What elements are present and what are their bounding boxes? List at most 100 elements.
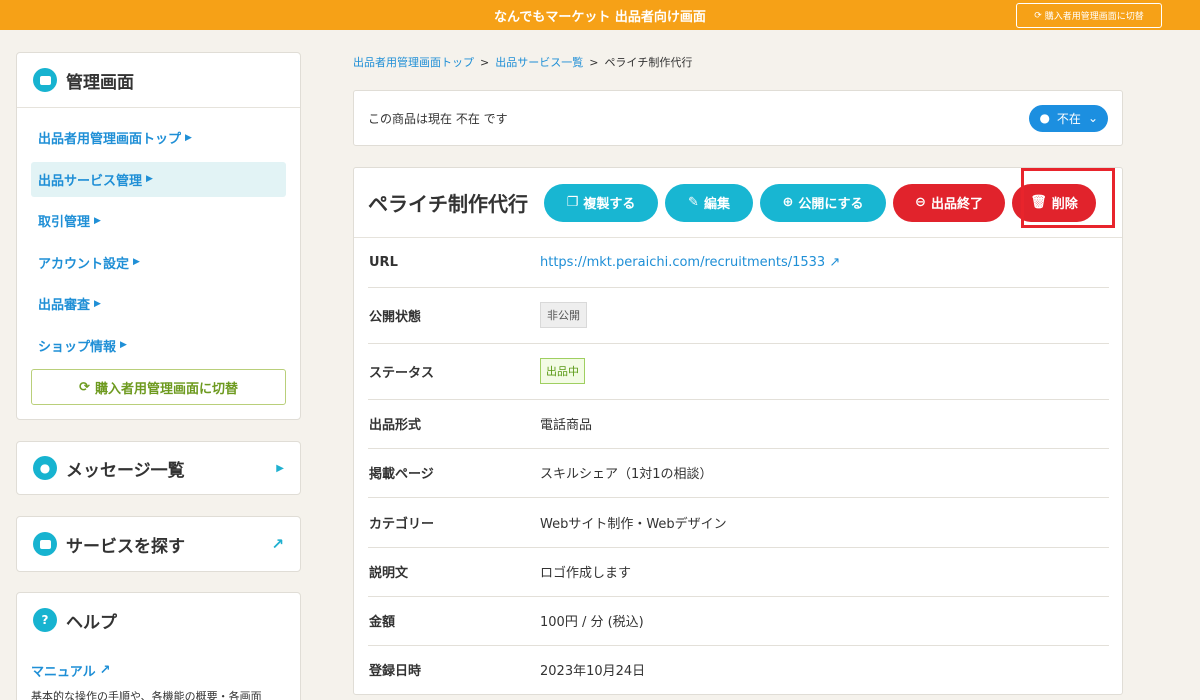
end-listing-button[interactable]: ⊖ 出品終了	[893, 183, 1005, 222]
sidebar-item-seller-top[interactable]: 出品者用管理画面トップ ▶	[31, 120, 286, 155]
app-title: なんでもマーケット 出品者向け画面	[494, 9, 706, 25]
row-key: ステータス	[368, 343, 540, 400]
external-link-icon: ↗	[271, 535, 284, 553]
row-key: 説明文	[368, 547, 540, 597]
breadcrumb-seller-top[interactable]: 出品者用管理画面トップ	[353, 54, 474, 70]
sidebar-item-account-settings[interactable]: アカウント設定 ▶	[31, 245, 286, 280]
service-url: https://mkt.peraichi.com/recruitments/15…	[540, 254, 826, 270]
copy-icon: ❐	[566, 195, 579, 210]
table-row: 公開状態 非公開	[368, 287, 1109, 344]
duplicate-button[interactable]: ❐ 複製する	[544, 183, 658, 222]
availability-message: この商品は現在 不在 です	[368, 111, 508, 126]
table-row: 登録日時 2023年10月24日	[368, 645, 1109, 694]
question-icon: ?	[33, 608, 57, 632]
find-services-panel[interactable]: サービスを探す ↗	[16, 516, 301, 572]
visibility-badge: 非公開	[540, 302, 587, 328]
edit-icon: ✎	[688, 195, 699, 210]
refresh-icon: ⟳	[1034, 10, 1042, 21]
caret-right-icon: ▶	[94, 215, 101, 226]
table-row: ステータス 出品中	[368, 343, 1109, 400]
row-value: 電話商品	[540, 399, 1109, 449]
find-services-label: サービスを探す	[66, 536, 185, 557]
sidebar-item-service-management[interactable]: 出品サービス管理 ▶	[31, 161, 286, 197]
delete-button-highlight	[1021, 168, 1115, 228]
messages-label: メッセージ一覧	[66, 460, 185, 481]
row-key: 登録日時	[369, 664, 422, 680]
sidebar-switch-to-buyer-button[interactable]: ⟳ 購入者用管理画面に切替	[31, 369, 286, 405]
admin-panel-title: 管理画面	[66, 72, 134, 93]
caret-right-icon: ▶	[185, 132, 192, 143]
table-row: 掲載ページ スキルシェア（1対1の相談）	[368, 448, 1109, 498]
service-title: ペライチ制作代行	[368, 192, 528, 216]
caret-right-icon: ▶	[146, 174, 153, 184]
availability-panel: この商品は現在 不在 です ● 不在 ⌄	[353, 90, 1123, 146]
caret-right-icon: ▶	[133, 257, 140, 267]
shop-icon	[33, 532, 57, 556]
manual-link-label: マニュアル	[31, 665, 96, 680]
service-url-link[interactable]: https://mkt.peraichi.com/recruitments/15…	[540, 255, 840, 270]
row-key: 出品形式	[368, 399, 540, 449]
edit-button-label: 編集	[703, 197, 730, 212]
caret-right-icon: ▶	[276, 462, 284, 474]
breadcrumb-separator: >	[480, 55, 490, 69]
row-value: Webサイト制作・Webデザイン	[540, 497, 1109, 548]
breadcrumb-service-list[interactable]: 出品サービス一覧	[495, 54, 583, 70]
external-link-icon: ↗	[99, 663, 111, 678]
duplicate-button-label: 複製する	[583, 197, 636, 212]
sidebar-item-label: アカウント設定	[38, 256, 130, 272]
sidebar-switch-label: 購入者用管理画面に切替	[94, 381, 238, 397]
sidebar-item-label: ショップ情報	[38, 339, 117, 355]
service-info-table: URL https://mkt.peraichi.com/recruitment…	[368, 238, 1109, 694]
table-row: カテゴリー Webサイト制作・Webデザイン	[368, 497, 1109, 548]
chevron-down-icon: ⌄	[1087, 111, 1098, 125]
publish-button[interactable]: ⊕ 公開にする	[760, 183, 886, 222]
caret-right-icon: ▶	[94, 298, 101, 309]
service-detail-panel: ペライチ制作代行 ❐ 複製する ✎ 編集 ⊕ 公開にする ⊖ 出品終了 🗑 削除…	[353, 167, 1123, 695]
admin-panel-header: 管理画面	[17, 53, 300, 107]
row-key: 金額	[368, 596, 540, 646]
shop-icon	[33, 68, 57, 92]
sidebar-item-label: 出品審査	[38, 298, 91, 313]
sidebar-item-transactions[interactable]: 取引管理 ▶	[31, 203, 286, 238]
table-row: 金額 100円 / 分 (税込)	[368, 596, 1109, 646]
row-value: スキルシェア（1対1の相談）	[540, 448, 1109, 498]
row-value: 100円 / 分 (税込)	[540, 596, 1109, 646]
manual-description: 基本的な操作の手順や、各機能の概要・各画面	[31, 690, 262, 700]
admin-nav: 出品者用管理画面トップ ▶ 出品サービス管理 ▶ 取引管理 ▶ アカウント設定 …	[17, 107, 300, 417]
user-away-icon: ●	[1039, 111, 1050, 125]
sidebar-item-label: 出品者用管理画面トップ	[38, 132, 182, 147]
table-row: 説明文 ロゴ作成します	[368, 547, 1109, 597]
row-key: 公開状態	[368, 287, 540, 344]
sidebar-item-label: 取引管理	[38, 215, 91, 230]
admin-panel: 管理画面 出品者用管理画面トップ ▶ 出品サービス管理 ▶ 取引管理 ▶ アカウ…	[16, 52, 301, 420]
row-value: ロゴ作成します	[540, 547, 1109, 597]
row-key: 掲載ページ	[368, 448, 540, 498]
availability-status: 不在	[1056, 111, 1081, 126]
breadcrumb-separator: >	[589, 55, 599, 69]
globe-icon: ⊕	[782, 195, 794, 210]
manual-link[interactable]: マニュアル ↗	[31, 661, 286, 680]
availability-dropdown[interactable]: ● 不在 ⌄	[1029, 104, 1108, 132]
messages-panel[interactable]: ● メッセージ一覧 ▶	[16, 441, 301, 495]
service-detail-header: ペライチ制作代行 ❐ 複製する ✎ 編集 ⊕ 公開にする ⊖ 出品終了 🗑 削除	[354, 168, 1122, 238]
help-label: ヘルプ	[66, 612, 117, 633]
minus-circle-icon: ⊖	[915, 195, 926, 210]
table-row: URL https://mkt.peraichi.com/recruitment…	[368, 238, 1109, 288]
sidebar-item-shop-info[interactable]: ショップ情報 ▶	[31, 328, 286, 363]
sidebar-item-label: 出品サービス管理	[38, 173, 143, 189]
table-row: 出品形式 電話商品	[368, 399, 1109, 449]
status-badge: 出品中	[540, 358, 585, 384]
switch-to-buyer-button[interactable]: ⟳ 購入者用管理画面に切替	[1016, 3, 1162, 28]
breadcrumb-current: ペライチ制作代行	[604, 56, 693, 69]
refresh-icon: ⟳	[79, 379, 90, 395]
caret-right-icon: ▶	[120, 340, 127, 350]
switch-label: 購入者用管理画面に切替	[1044, 12, 1144, 22]
sidebar-item-listing-review[interactable]: 出品審査 ▶	[31, 286, 286, 321]
row-key: URL	[368, 238, 540, 288]
edit-button[interactable]: ✎ 編集	[665, 183, 753, 222]
row-key: カテゴリー	[368, 497, 540, 548]
chat-icon: ●	[33, 456, 57, 480]
external-link-icon: ↗	[829, 254, 841, 270]
publish-button-label: 公開にする	[798, 197, 864, 212]
top-bar: なんでもマーケット 出品者向け画面 ⟳ 購入者用管理画面に切替	[0, 0, 1200, 30]
